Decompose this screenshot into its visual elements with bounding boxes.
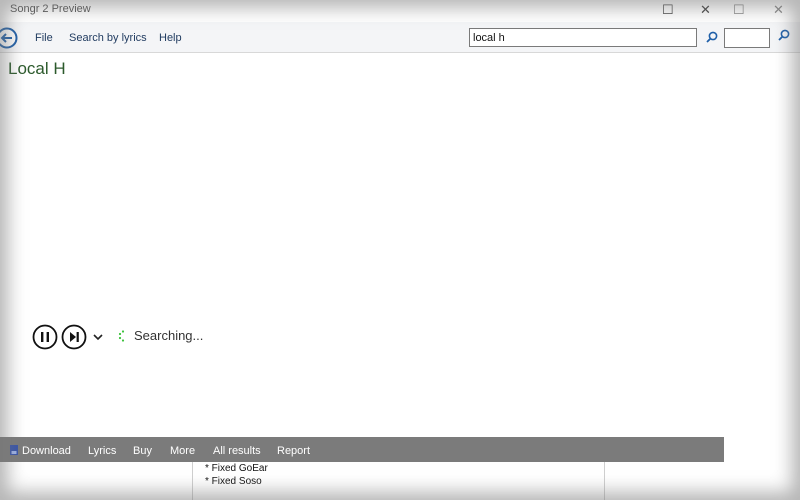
- player-status: Searching...: [134, 328, 204, 343]
- screen: ☐ ✕ Songr 2 Preview ☐ ✕ File Search by l…: [0, 0, 800, 500]
- download-icon[interactable]: [10, 445, 18, 455]
- report-button[interactable]: Report: [277, 445, 310, 457]
- changelog-line: * Fixed Soso: [205, 476, 262, 487]
- background-close-button[interactable]: ✕: [773, 2, 784, 18]
- menu-search-by-lyrics[interactable]: Search by lyrics: [69, 32, 147, 44]
- search-icon[interactable]: [706, 31, 718, 43]
- menu-file[interactable]: File: [35, 32, 53, 44]
- titlebar: Songr 2 Preview ☐ ✕: [0, 0, 724, 22]
- bottom-action-bar: Download Lyrics Buy More All results Rep…: [0, 437, 724, 462]
- background-search-icon[interactable]: [778, 29, 790, 41]
- app-window: Songr 2 Preview ☐ ✕ File Search by lyric…: [0, 0, 724, 500]
- song-title: Local H: [8, 59, 66, 78]
- menu-help[interactable]: Help: [159, 32, 182, 44]
- download-button[interactable]: Download: [22, 445, 71, 457]
- changelog-panel: * Fixed GoEar * Fixed Soso: [192, 462, 605, 500]
- skip-next-icon[interactable]: [61, 324, 87, 350]
- loading-spinner-icon: [118, 330, 125, 342]
- changelog-line: * Fixed GoEar: [205, 463, 268, 474]
- background-search-input[interactable]: [724, 28, 770, 48]
- background-maximize-button[interactable]: ☐: [733, 2, 745, 18]
- close-button[interactable]: ✕: [700, 3, 711, 17]
- pause-icon[interactable]: [32, 324, 58, 350]
- chevron-down-icon[interactable]: [93, 333, 103, 341]
- window-title: Songr 2 Preview: [10, 3, 91, 15]
- more-button[interactable]: More: [170, 445, 195, 457]
- toolbar: File Search by lyrics Help: [0, 22, 724, 53]
- buy-button[interactable]: Buy: [133, 445, 152, 457]
- search-input[interactable]: [469, 28, 697, 47]
- back-arrow-icon[interactable]: [0, 27, 18, 49]
- all-results-button[interactable]: All results: [213, 445, 261, 457]
- maximize-button[interactable]: ☐: [662, 3, 674, 17]
- lyrics-button[interactable]: Lyrics: [88, 445, 116, 457]
